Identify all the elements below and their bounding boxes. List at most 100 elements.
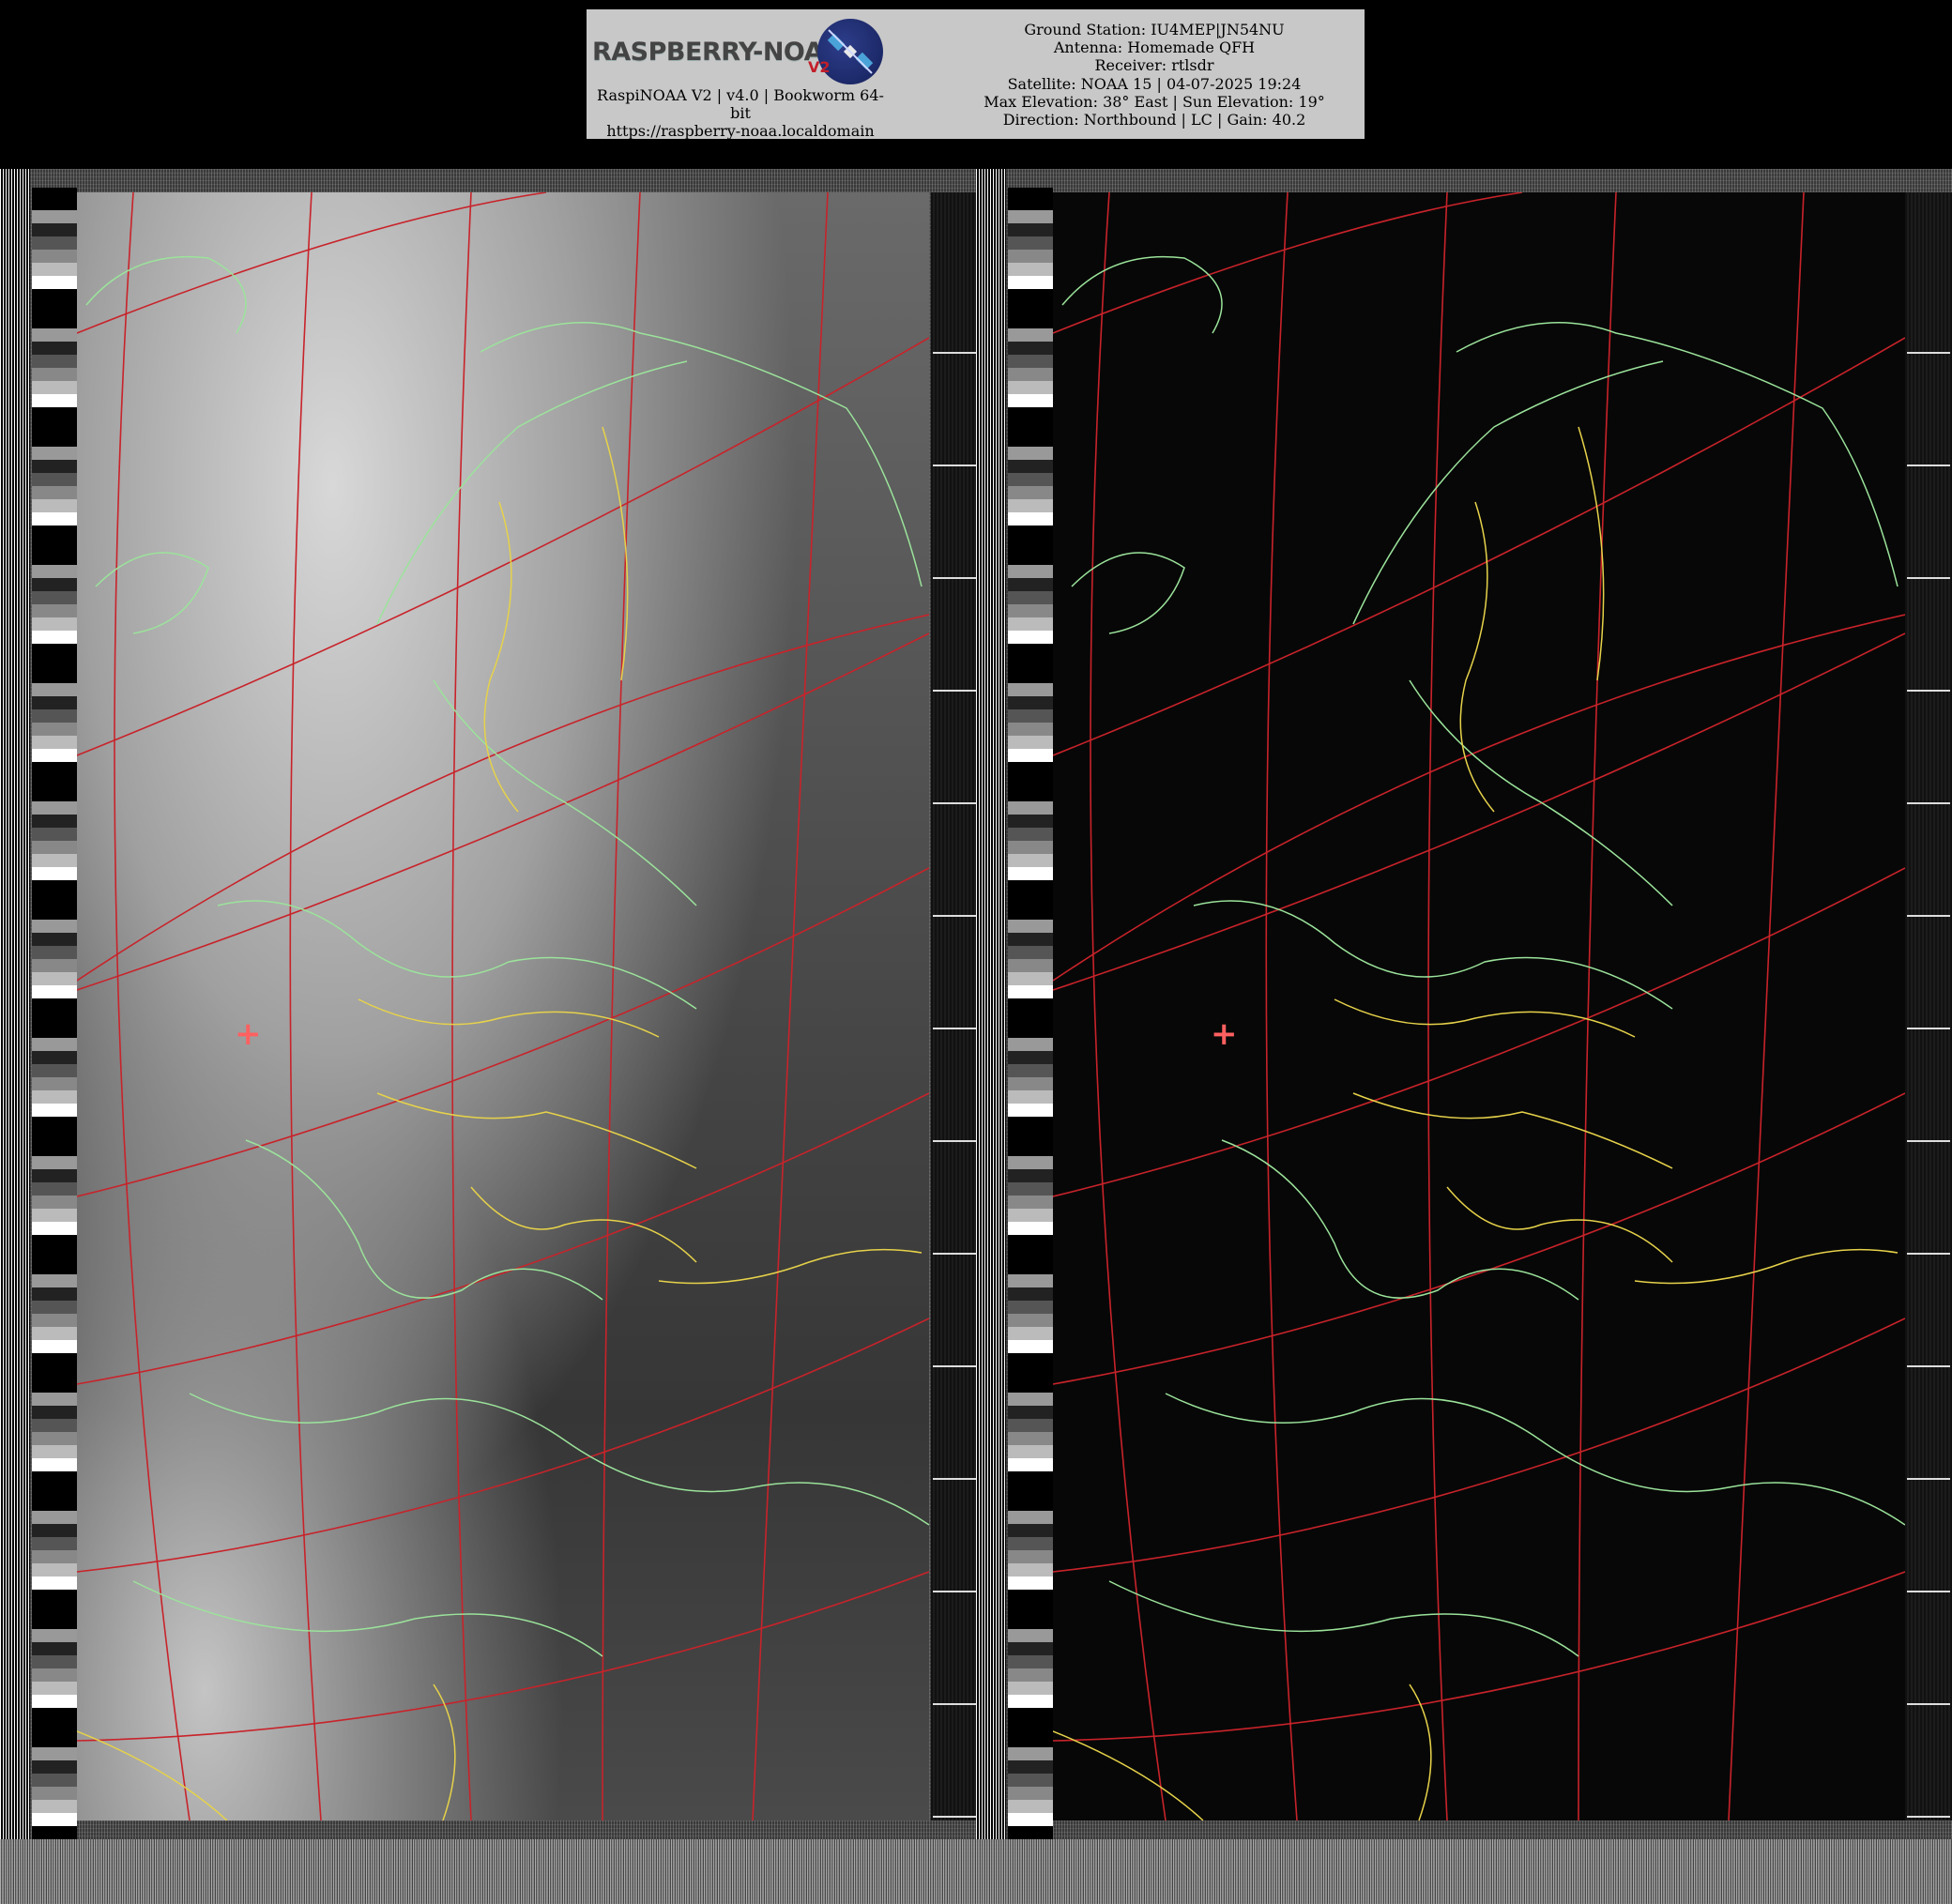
graticule-line xyxy=(1265,192,1298,1820)
antenna-line: Antenna: Homemade QFH xyxy=(1053,38,1256,57)
scale-tick xyxy=(933,1028,976,1029)
graticule-line xyxy=(602,192,641,1820)
sync-strip-a xyxy=(0,169,30,1839)
pass-info-panel: RASPBERRY-NOAA V2 RaspiNOAA V2 | v4.0 | … xyxy=(587,9,1365,140)
coastline xyxy=(1108,1580,1579,1657)
graticule-line xyxy=(752,192,829,1820)
caption-line-2: bit xyxy=(730,104,751,122)
graticule-line xyxy=(1053,614,1905,982)
bottom-noise-band xyxy=(0,1839,1952,1904)
coastline xyxy=(433,679,697,906)
scale-tick xyxy=(1907,1253,1950,1255)
country-border xyxy=(602,426,629,681)
coastline xyxy=(480,322,923,587)
graticule-line xyxy=(77,1318,929,1573)
coastline xyxy=(1352,360,1664,625)
country-border xyxy=(1578,426,1605,681)
coastline xyxy=(1456,322,1899,587)
graticule-line xyxy=(77,614,929,982)
coastline xyxy=(132,1580,603,1657)
country-border xyxy=(470,1186,697,1263)
scale-tick xyxy=(1907,915,1950,917)
country-border xyxy=(1459,501,1495,813)
graticule-line xyxy=(1053,1092,1905,1385)
raspberry-noaa-logo: RASPBERRY-NOAA V2 RaspiNOAA V2 | v4.0 | … xyxy=(590,13,891,140)
overlay-vis xyxy=(77,192,929,1820)
graticule-line xyxy=(1053,632,1905,991)
graticule-line xyxy=(77,632,929,991)
scale-tick xyxy=(933,1365,976,1367)
direction-line: Direction: Northbound | LC | Gain: 40.2 xyxy=(1002,111,1306,129)
sync-strip-b xyxy=(976,169,1006,1839)
scale-tick xyxy=(933,352,976,354)
scale-tick xyxy=(1907,690,1950,692)
country-border xyxy=(658,1248,923,1285)
overlay-ir xyxy=(1053,192,1905,1820)
scale-tick xyxy=(1907,577,1950,579)
receiver-line: Receiver: rtlsdr xyxy=(1094,56,1214,75)
version-badge: V2 xyxy=(808,58,831,76)
graticule-line xyxy=(451,192,472,1820)
graticule-line xyxy=(1090,192,1167,1820)
elevation-line: Max Elevation: 38° East | Sun Elevation:… xyxy=(984,92,1325,111)
scale-tick xyxy=(1907,1816,1950,1818)
scale-marks-b xyxy=(1905,192,1952,1820)
country-border xyxy=(1334,998,1636,1038)
graticule-line xyxy=(1578,192,1617,1820)
scale-tick xyxy=(1907,1478,1950,1480)
satellite-line: Satellite: NOAA 15 | 04-07-2025 19:24 xyxy=(1007,74,1302,93)
telemetry-wedge-a xyxy=(32,188,77,1839)
scale-tick xyxy=(933,577,976,579)
coastline xyxy=(1071,552,1185,634)
graticule-line xyxy=(1053,1571,1905,1742)
scale-marks-a xyxy=(931,192,978,1820)
graticule-line xyxy=(77,867,929,1197)
country-border xyxy=(433,1683,456,1820)
country-border xyxy=(483,501,519,813)
visible-channel-map xyxy=(77,192,929,1820)
coastline xyxy=(245,1139,603,1301)
graticule-line xyxy=(1728,192,1805,1820)
country-border xyxy=(1446,1186,1673,1263)
infrared-channel-map xyxy=(1053,192,1905,1820)
scale-tick xyxy=(933,1478,976,1480)
country-border xyxy=(1409,1683,1432,1820)
graticule-line xyxy=(1053,1318,1905,1573)
caption-line-1: RaspiNOAA V2 | v4.0 | Bookworm 64- xyxy=(597,86,884,104)
scale-tick xyxy=(933,1591,976,1592)
station-url: https://raspberry-noaa.localdomain xyxy=(606,122,875,140)
scale-tick xyxy=(933,1253,976,1255)
scale-tick xyxy=(1907,1591,1950,1592)
country-border xyxy=(1352,1092,1673,1169)
coastline xyxy=(85,255,247,334)
scale-tick xyxy=(1907,1365,1950,1367)
graticule-line xyxy=(1053,337,1905,756)
coastline xyxy=(1061,255,1223,334)
country-border xyxy=(376,1092,697,1169)
station-marker-b: + xyxy=(1211,1015,1238,1053)
graticule-line xyxy=(1427,192,1448,1820)
coastline xyxy=(95,552,209,634)
graticule-line xyxy=(289,192,322,1820)
logo-wordmark: RASPBERRY-NOAA xyxy=(592,38,843,67)
scale-tick xyxy=(933,802,976,804)
scale-tick xyxy=(933,1703,976,1705)
graticule-line xyxy=(77,1571,929,1742)
software-caption: RaspiNOAA V2 | v4.0 | Bookworm 64- bit h… xyxy=(590,86,891,140)
station-details: Ground Station: IU4MEP|JN54NU Antenna: H… xyxy=(948,21,1361,129)
country-border xyxy=(1053,1730,1204,1820)
scale-tick xyxy=(933,915,976,917)
scale-tick xyxy=(1907,1703,1950,1705)
scale-tick xyxy=(933,1816,976,1818)
graticule-line xyxy=(114,192,191,1820)
telemetry-wedge-b xyxy=(1008,188,1053,1839)
graticule-line xyxy=(77,337,929,756)
coastline xyxy=(1221,1139,1579,1301)
country-border xyxy=(1634,1248,1899,1285)
scale-tick xyxy=(933,465,976,466)
graticule-line xyxy=(77,1092,929,1385)
station-marker-a: + xyxy=(235,1015,262,1053)
scale-tick xyxy=(1907,352,1950,354)
scale-tick xyxy=(933,690,976,692)
satellite-image: + + xyxy=(0,169,1952,1904)
